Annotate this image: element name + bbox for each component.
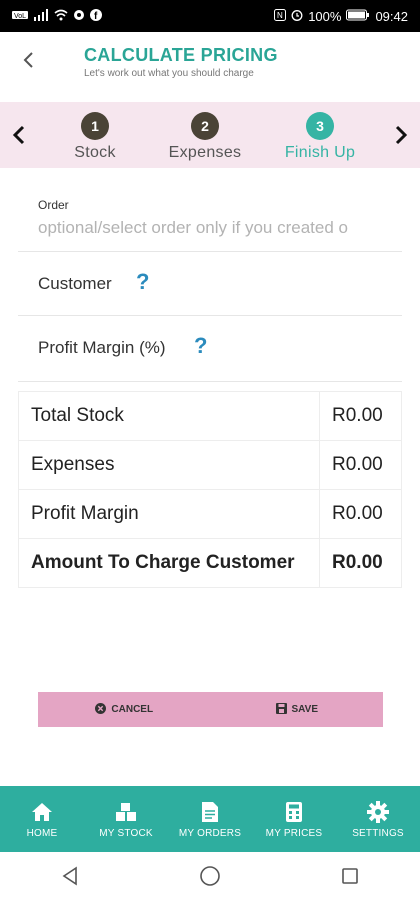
- step-stock[interactable]: 1 Stock: [40, 112, 150, 162]
- page-subtitle: Let's work out what you should charge: [84, 68, 254, 79]
- pricing-summary-table: Total Stock R0.00 Expenses R0.00 Profit …: [18, 391, 402, 588]
- summary-value: R0.00: [319, 391, 402, 441]
- previous-step-button[interactable]: [4, 120, 34, 150]
- page-title: CALCULATE PRICING: [84, 45, 278, 65]
- step-label: Stock: [74, 144, 116, 161]
- status-right: N 100% 09:42: [274, 8, 408, 24]
- facebook-icon: f: [90, 8, 102, 24]
- sync-icon: [73, 9, 85, 24]
- gear-icon: [367, 800, 389, 824]
- chevron-left-icon: [12, 125, 25, 145]
- system-recents-button[interactable]: [330, 856, 370, 896]
- status-bar: VoL f N 100% 09:42: [0, 0, 420, 32]
- step-number: 3: [306, 112, 334, 140]
- app-header: CALCULATE PRICING Let's work out what yo…: [0, 32, 420, 102]
- customer-help-icon[interactable]: ?: [136, 269, 149, 295]
- nav-label: MY PRICES: [265, 827, 323, 839]
- nav-my-orders[interactable]: MY ORDERS: [168, 786, 252, 852]
- customer-label: Customer: [38, 274, 112, 293]
- boxes-icon: [115, 800, 137, 824]
- step-label: Expenses: [168, 144, 242, 161]
- customer-field[interactable]: Customer ?: [18, 252, 402, 316]
- nav-home[interactable]: HOME: [0, 786, 84, 852]
- step-number: 2: [191, 112, 219, 140]
- order-label: Order: [38, 198, 69, 212]
- nav-my-stock[interactable]: MY STOCK: [84, 786, 168, 852]
- floppy-disk-icon: [275, 702, 287, 717]
- cancel-label: CANCEL: [111, 704, 154, 715]
- cancel-button[interactable]: CANCEL: [38, 702, 211, 717]
- profit-margin-help-icon[interactable]: ?: [194, 333, 207, 359]
- summary-value: R0.00: [319, 440, 402, 490]
- system-navigation: [0, 852, 420, 900]
- circle-home-icon: [200, 866, 220, 886]
- cancel-icon: [95, 702, 107, 717]
- clock: 09:42: [375, 8, 408, 24]
- step-label: Finish Up: [284, 144, 356, 161]
- back-button[interactable]: [14, 46, 42, 74]
- battery-percent: 100%: [308, 8, 342, 24]
- table-row: Expenses R0.00: [18, 440, 402, 490]
- order-field[interactable]: Order optional/select order only if you …: [18, 186, 402, 252]
- alarm-icon: [291, 9, 303, 24]
- document-icon: [201, 800, 219, 824]
- calculator-icon: [285, 800, 303, 824]
- table-row: Profit Margin R0.00: [18, 489, 402, 539]
- status-left: VoL f: [12, 8, 102, 24]
- profit-margin-label: Profit Margin (%): [38, 338, 166, 357]
- summary-label: Profit Margin: [18, 489, 320, 539]
- chevron-left-icon: [23, 52, 33, 68]
- order-select-input[interactable]: optional/select order only if you create…: [38, 218, 388, 238]
- square-recents-icon: [342, 868, 358, 884]
- volte-icon: VoL: [12, 10, 28, 23]
- battery-icon: [346, 9, 370, 24]
- nav-settings[interactable]: SETTINGS: [336, 786, 420, 852]
- progress-stepper: 1 Stock 2 Expenses 3 Finish Up: [0, 102, 420, 168]
- bottom-navigation: HOME MY STOCK MY ORDERS MY PRICES SETTIN…: [0, 786, 420, 852]
- svg-text:VoL: VoL: [14, 13, 26, 20]
- triangle-back-icon: [62, 866, 77, 886]
- summary-label: Amount To Charge Customer: [18, 538, 320, 588]
- system-home-button[interactable]: [190, 856, 230, 896]
- step-number: 1: [81, 112, 109, 140]
- step-finish-up[interactable]: 3 Finish Up: [265, 112, 375, 162]
- profit-margin-field[interactable]: Profit Margin (%) ?: [18, 316, 402, 382]
- step-expenses[interactable]: 2 Expenses: [150, 112, 260, 162]
- save-label: SAVE: [291, 704, 319, 715]
- home-icon: [31, 800, 53, 824]
- nav-my-prices[interactable]: MY PRICES: [252, 786, 336, 852]
- nav-label: MY ORDERS: [178, 827, 242, 839]
- signal-icon: [33, 8, 49, 24]
- nfc-icon: N: [274, 8, 287, 24]
- summary-label: Total Stock: [18, 391, 320, 441]
- action-bar: CANCEL SAVE: [38, 692, 383, 727]
- summary-value: R0.00: [319, 538, 402, 588]
- nav-label: HOME: [26, 827, 58, 839]
- table-row-total: Amount To Charge Customer R0.00: [18, 538, 402, 588]
- summary-label: Expenses: [18, 440, 320, 490]
- svg-text:N: N: [277, 11, 283, 20]
- system-back-button[interactable]: [50, 856, 90, 896]
- save-button[interactable]: SAVE: [211, 702, 384, 717]
- wifi-icon: [54, 9, 68, 24]
- chevron-right-icon: [395, 125, 408, 145]
- summary-value: R0.00: [319, 489, 402, 539]
- next-step-button[interactable]: [386, 120, 416, 150]
- table-row: Total Stock R0.00: [18, 391, 402, 441]
- nav-label: SETTINGS: [352, 827, 404, 839]
- nav-label: MY STOCK: [99, 827, 153, 839]
